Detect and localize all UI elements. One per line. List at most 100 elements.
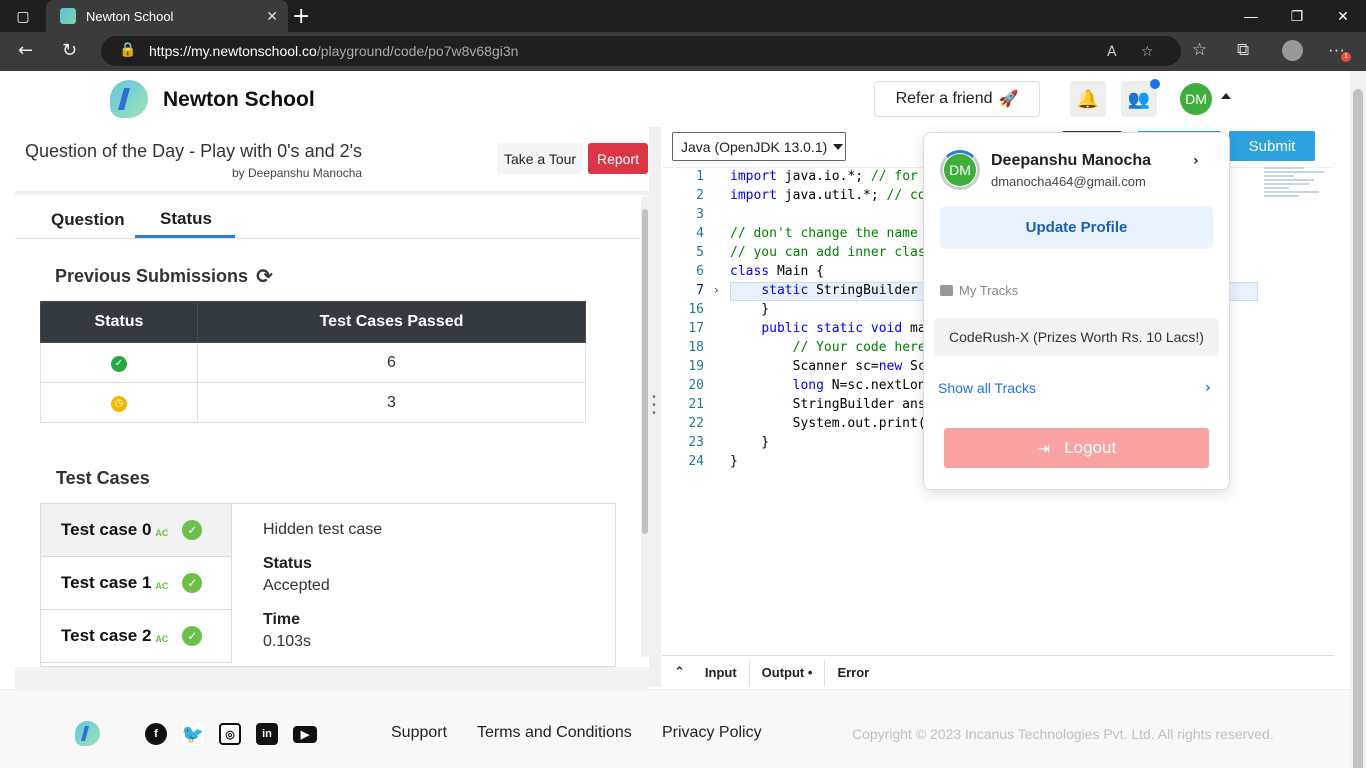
line-number: 2	[696, 188, 704, 203]
rocket-icon: 🚀	[998, 91, 1019, 108]
avatar[interactable]: DM	[1180, 83, 1212, 115]
code-line: import java.io.*; // for	[730, 169, 918, 184]
test-case-detail: Hidden test case Status Accepted Time 0.…	[263, 504, 613, 651]
passed-cell: 3	[197, 382, 586, 423]
tab-input[interactable]: Input	[693, 659, 750, 686]
test-case-label: Test case 0	[61, 520, 152, 539]
footer-link-privacy[interactable]: Privacy Policy	[662, 724, 762, 742]
newton-logo-icon[interactable]	[110, 80, 148, 118]
take-tour-button[interactable]: Take a Tour	[497, 143, 583, 174]
check-circle-icon: ✓	[182, 626, 203, 646]
footer-link-support[interactable]: Support	[391, 724, 447, 742]
refresh-icon[interactable]: ⟳	[256, 264, 273, 288]
left-panel-footer-bar	[15, 667, 649, 689]
line-number: 20	[688, 378, 704, 393]
collections-icon[interactable]: ⧉	[1237, 40, 1249, 60]
lock-icon: 🔒	[119, 42, 137, 58]
test-case-item-2[interactable]: Test case 2 AC ✓	[41, 610, 232, 663]
caret-up-icon[interactable]	[1221, 93, 1231, 99]
address-bar[interactable]: 🔒 https://my.newtonschool.co/playground/…	[101, 36, 1181, 66]
new-tab-icon[interactable]: +	[292, 4, 310, 29]
tab-actions-icon[interactable]: ▢	[0, 0, 46, 32]
code-line: long N=sc.nextLon	[792, 378, 926, 393]
tab-error[interactable]: Error	[825, 660, 881, 686]
minimize-icon[interactable]: —	[1228, 0, 1274, 32]
code-line: // you can add inner clas	[730, 245, 926, 260]
refer-friend-button[interactable]: Refer a friend 🚀	[874, 81, 1040, 117]
add-favorite-icon[interactable]: ☆	[1141, 44, 1154, 60]
url-host: https://my.newtonschool.co	[149, 43, 317, 59]
code-line: }	[730, 435, 770, 450]
instagram-icon[interactable]: ◎	[219, 723, 241, 745]
linkedin-icon[interactable]: in	[256, 723, 278, 745]
chevron-right-icon[interactable]: ›	[1205, 380, 1211, 396]
line-number: 5	[696, 245, 704, 260]
logout-icon: ⇥	[1036, 438, 1051, 458]
read-aloud-icon[interactable]: A	[1107, 44, 1117, 60]
bell-icon[interactable]: 🔔	[1070, 81, 1106, 117]
favorites-icon[interactable]: ☆	[1192, 40, 1207, 60]
chevron-down-icon	[833, 143, 844, 150]
browser-profile-icon[interactable]	[1282, 40, 1303, 61]
close-tab-icon[interactable]: ✕	[266, 8, 278, 25]
brand-name[interactable]: Newton School	[163, 88, 315, 112]
newton-favicon-icon	[60, 8, 76, 24]
scrollbar-thumb[interactable]	[1353, 89, 1363, 768]
left-panel-scrollbar[interactable]	[641, 197, 649, 657]
code-line: StringBuilder ans	[730, 397, 926, 412]
submit-button[interactable]: Submit	[1229, 131, 1315, 161]
scrollbar-thumb[interactable]	[642, 209, 648, 534]
update-profile-button[interactable]: Update Profile	[940, 206, 1213, 249]
profile-name[interactable]: Deepanshu Manocha	[991, 152, 1151, 170]
page-scrollbar[interactable]	[1350, 71, 1366, 768]
test-case-item-0[interactable]: Test case 0 AC ✓	[41, 504, 232, 557]
reload-icon[interactable]: ↻	[62, 40, 77, 61]
profile-email: dmanocha464@gmail.com	[991, 174, 1146, 189]
question-author: by Deepanshu Manocha	[232, 166, 363, 180]
language-select[interactable]: Java (OpenJDK 13.0.1)	[672, 132, 846, 161]
dropdown-avatar[interactable]: DM	[944, 154, 976, 186]
line-number: 6	[696, 264, 704, 279]
page-title: Question of the Day - Play with 0's and …	[25, 141, 363, 161]
line-number: 19	[688, 359, 704, 374]
back-icon[interactable]: ←	[18, 40, 33, 61]
chevron-right-icon[interactable]: ›	[1193, 153, 1199, 169]
youtube-icon[interactable]: ▶	[293, 726, 317, 743]
table-row[interactable]: ✓ 6	[40, 342, 586, 383]
line-number: 17	[688, 321, 704, 336]
submissions-table: Status Test Cases Passed ✓ 6 ◷ 3	[40, 301, 586, 423]
chevron-up-icon[interactable]: ⌃	[662, 665, 693, 680]
twitter-icon[interactable]: 🐦	[182, 723, 204, 745]
code-line: // Your code here	[792, 340, 926, 355]
report-button[interactable]: Report	[588, 143, 648, 174]
code-minimap[interactable]	[1264, 167, 1334, 207]
line-number: 1	[696, 169, 704, 184]
drag-handle-icon[interactable]: • • •	[651, 393, 657, 419]
maximize-icon[interactable]: ❐	[1274, 0, 1320, 32]
browser-tab-title: Newton School	[86, 8, 174, 24]
tab-output[interactable]: Output •	[750, 659, 826, 686]
ac-tag: AC	[155, 528, 169, 538]
refer-label: Refer a friend	[895, 90, 993, 107]
language-value: Java (OpenJDK 13.0.1)	[681, 138, 828, 155]
table-row[interactable]: ◷ 3	[40, 382, 586, 423]
copyright-text: Copyright © 2023 Incanus Technologies Pv…	[852, 726, 1274, 742]
tab-question[interactable]: Question	[51, 210, 125, 230]
test-case-item-1[interactable]: Test case 1 AC ✓	[41, 557, 232, 610]
logout-button[interactable]: ⇥ Logout	[944, 428, 1209, 468]
status-value: Accepted	[263, 577, 330, 594]
facebook-icon[interactable]: f	[145, 723, 167, 745]
track-item[interactable]: CodeRush-X (Prizes Worth Rs. 10 Lacs!)	[934, 318, 1219, 356]
passed-cell: 6	[197, 342, 586, 383]
ac-tag: AC	[155, 581, 169, 591]
show-all-tracks-link[interactable]: Show all Tracks	[938, 380, 1036, 396]
close-window-icon[interactable]: ✕	[1320, 0, 1366, 32]
footer-link-terms[interactable]: Terms and Conditions	[477, 724, 632, 742]
clock-icon: ◷	[111, 396, 127, 412]
footer-logo-icon[interactable]	[75, 721, 100, 746]
browser-tab[interactable]: Newton School ✕	[46, 0, 288, 32]
my-tracks-heading: My Tracks	[940, 283, 1018, 298]
tab-status[interactable]: Status	[160, 209, 212, 229]
community-badge	[1150, 79, 1160, 89]
fold-chevron-icon[interactable]: ›	[714, 283, 719, 297]
